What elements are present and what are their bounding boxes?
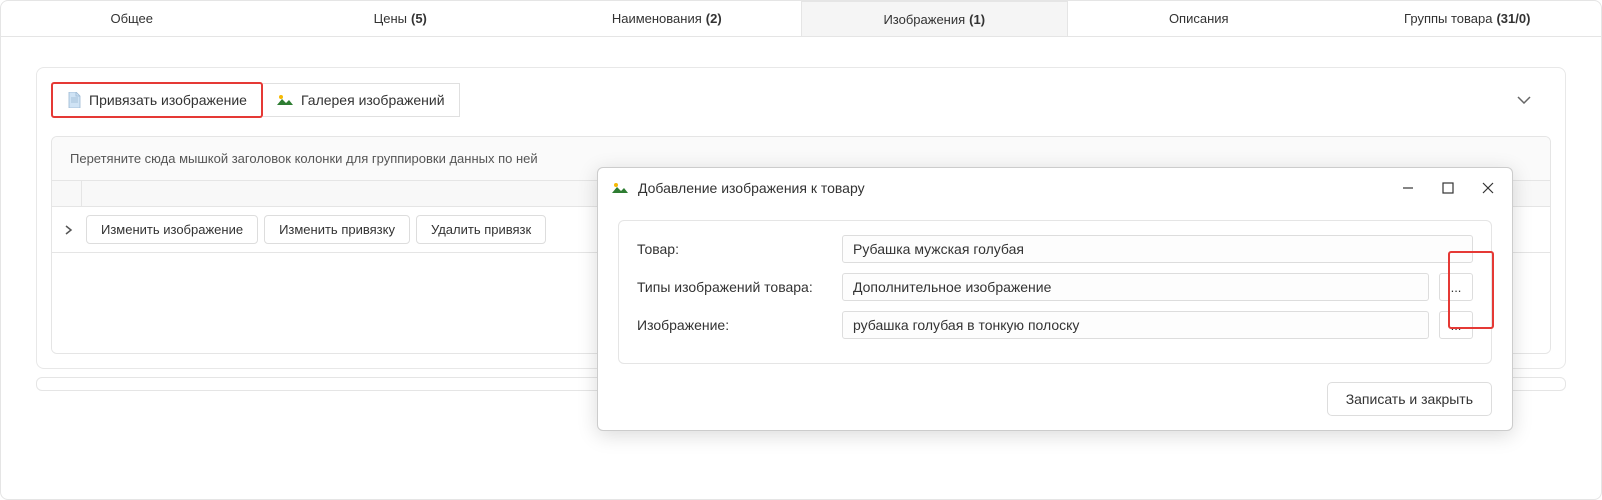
tab-label: Изображения <box>883 12 965 27</box>
close-button[interactable] <box>1478 178 1498 198</box>
save-close-button[interactable]: Записать и закрыть <box>1327 382 1492 416</box>
tab-label: Цены <box>374 11 407 26</box>
gallery-button[interactable]: Галерея изображений <box>263 83 460 117</box>
tab-count: (5) <box>411 11 427 26</box>
tab-prices[interactable]: Цены (5) <box>268 1 535 36</box>
minimize-button[interactable] <box>1398 178 1418 198</box>
types-browse-button[interactable]: ... <box>1439 273 1473 301</box>
tab-count: (31/0) <box>1496 11 1530 26</box>
image-browse-button[interactable]: ... <box>1439 311 1473 339</box>
button-label: Галерея изображений <box>301 92 445 108</box>
chevron-right-icon <box>65 225 73 235</box>
tab-label: Описания <box>1169 11 1229 26</box>
tab-groups[interactable]: Группы товара (31/0) <box>1335 1 1602 36</box>
grid-header-expand-col <box>52 181 82 206</box>
close-icon <box>1482 182 1494 194</box>
main-tabs: Общее Цены (5) Наименования (2) Изображе… <box>1 1 1601 37</box>
row-expand-toggle[interactable] <box>58 219 80 241</box>
toolbar-expand[interactable] <box>1497 91 1551 109</box>
tab-general[interactable]: Общее <box>1 1 268 36</box>
document-icon <box>67 92 81 108</box>
gallery-icon <box>612 181 628 195</box>
tab-descriptions[interactable]: Описания <box>1068 1 1335 36</box>
minimize-icon <box>1402 182 1414 194</box>
maximize-button[interactable] <box>1438 178 1458 198</box>
gallery-icon <box>277 93 293 107</box>
bind-image-button[interactable]: Привязать изображение <box>51 82 263 118</box>
tab-count: (2) <box>706 11 722 26</box>
tab-label: Наименования <box>612 11 702 26</box>
edit-image-button[interactable]: Изменить изображение <box>86 215 258 244</box>
chevron-down-icon <box>1517 96 1531 104</box>
add-image-dialog: Добавление изображения к товару Товар: Т… <box>597 167 1513 431</box>
edit-binding-button[interactable]: Изменить привязку <box>264 215 410 244</box>
dialog-title: Добавление изображения к товару <box>638 180 1388 196</box>
button-label: Привязать изображение <box>89 92 247 108</box>
image-label: Изображение: <box>637 317 832 333</box>
tab-images[interactable]: Изображения (1) <box>801 1 1069 36</box>
types-input[interactable] <box>842 273 1429 301</box>
delete-binding-button[interactable]: Удалить привязк <box>416 215 546 244</box>
tab-names[interactable]: Наименования (2) <box>534 1 801 36</box>
tab-label: Общее <box>110 11 153 26</box>
tab-count: (1) <box>969 12 985 27</box>
types-label: Типы изображений товара: <box>637 279 832 295</box>
product-input[interactable] <box>842 235 1473 263</box>
tab-label: Группы товара <box>1404 11 1492 26</box>
image-input[interactable] <box>842 311 1429 339</box>
maximize-icon <box>1442 182 1454 194</box>
product-label: Товар: <box>637 241 832 257</box>
